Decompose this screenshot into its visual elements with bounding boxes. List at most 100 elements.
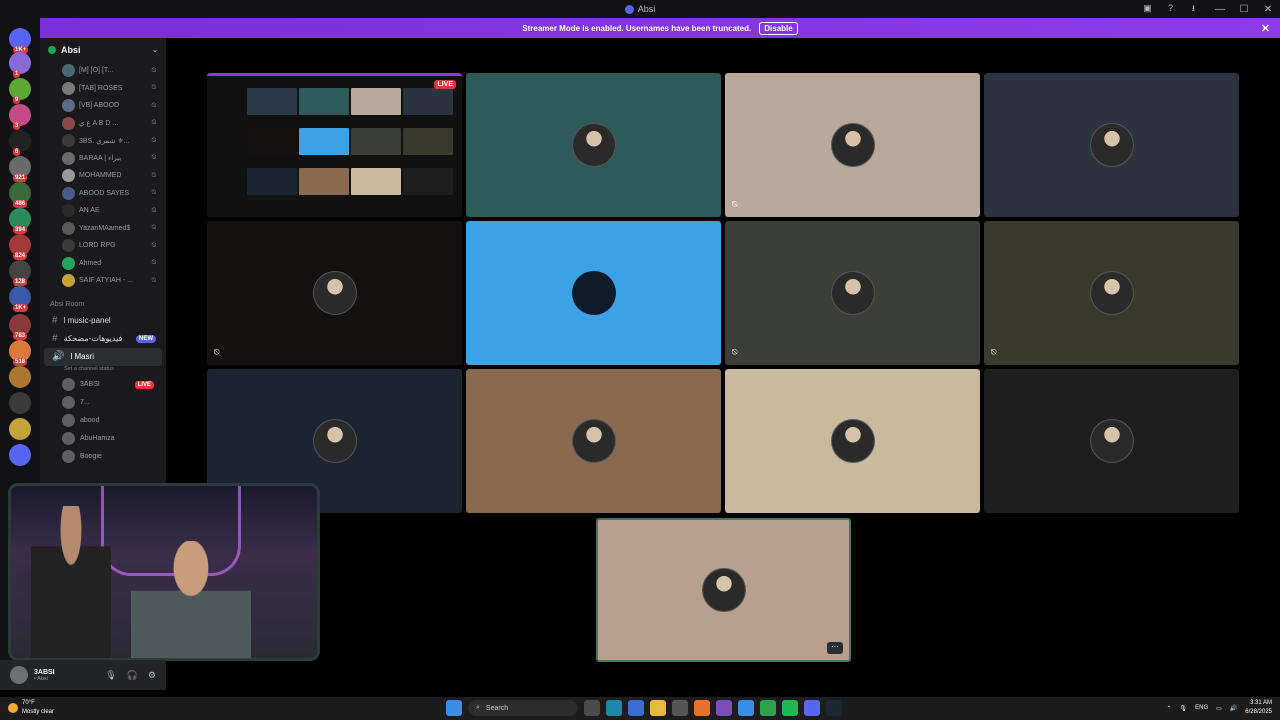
lang-indicator[interactable]: ENG (1195, 705, 1208, 711)
server-icon[interactable]: 9 (9, 78, 31, 104)
download-icon[interactable]: ⭳ (1187, 2, 1200, 15)
file-explorer-icon[interactable] (650, 700, 666, 716)
participant-tile[interactable]: ⍉ (984, 221, 1239, 365)
channel-item[interactable]: # l music-panel (40, 312, 166, 330)
member-item[interactable]: 3BS. شمري ⚜... ⍉ (40, 132, 166, 150)
network-icon[interactable]: ▭ (1216, 705, 1222, 712)
member-item[interactable]: ع ي A B D ... ⍉ (40, 115, 166, 133)
steam-icon[interactable] (826, 700, 842, 716)
server-icon[interactable]: 128 (9, 260, 31, 286)
notification-badge: 128 (13, 278, 28, 286)
task-view-icon[interactable] (584, 700, 600, 716)
member-item[interactable]: ABOOD SAYES ⍉ (40, 185, 166, 203)
close-icon[interactable]: ✕ (1261, 22, 1270, 35)
user-status: • Absi (34, 675, 48, 682)
channel-status[interactable]: Set a channel status (40, 366, 166, 376)
discord-icon[interactable] (804, 700, 820, 716)
participant-tile[interactable]: ··· (596, 518, 851, 662)
server-icon[interactable] (9, 392, 31, 414)
member-item[interactable]: Ahmed ⍉ (40, 255, 166, 273)
voice-member[interactable]: abood (40, 412, 166, 430)
taskbar-search[interactable]: ⌕ Search (468, 700, 578, 716)
server-icon[interactable]: 921 (9, 156, 31, 182)
app-icon[interactable] (716, 700, 732, 716)
edge-icon[interactable] (606, 700, 622, 716)
member-item[interactable]: MOHAMMED ⍉ (40, 167, 166, 185)
video-stage: LIVE ⍉ ⍉ ⍉ ⍉ ··· (166, 38, 1280, 690)
server-icon[interactable]: 3 (9, 104, 31, 130)
avatar (62, 204, 75, 218)
member-item[interactable]: [M] [O] [T... ⍉ (40, 62, 166, 80)
copilot-icon[interactable] (628, 700, 644, 716)
inbox-icon[interactable]: ▣ (1141, 2, 1154, 15)
member-item[interactable]: BARAA | بيراء ⍉ (40, 150, 166, 168)
user-name: 3ABSI (34, 668, 55, 676)
voice-member[interactable]: 3ABSI LIVE (40, 376, 166, 394)
voice-member[interactable]: Boogie (40, 448, 166, 466)
avatar[interactable] (10, 666, 28, 684)
server-header[interactable]: Absi ⌄ (40, 38, 166, 62)
webcam-overlay (8, 483, 320, 661)
store-icon[interactable] (672, 700, 688, 716)
participant-tile[interactable] (466, 73, 721, 217)
server-icon[interactable]: 518 (9, 340, 31, 366)
muted-icon: ⍉ (151, 259, 156, 267)
help-icon[interactable]: ? (1164, 2, 1177, 15)
participant-tile[interactable]: ⍉ (207, 221, 462, 365)
avatar (62, 99, 75, 113)
avatar (62, 414, 75, 427)
participant-tile[interactable] (984, 73, 1239, 217)
server-icon[interactable]: 1K+ (9, 286, 31, 312)
channel-item[interactable]: # فيديوهات-مضحكة NEW (40, 330, 166, 348)
avatar (701, 568, 746, 612)
server-icon[interactable] (9, 366, 31, 388)
server-icon[interactable]: 394 (9, 208, 31, 234)
member-item[interactable]: AN AE ⍉ (40, 202, 166, 220)
participant-tile[interactable]: ⍉ (725, 73, 980, 217)
app-icon[interactable] (738, 700, 754, 716)
participant-tile[interactable]: ⍉ (725, 221, 980, 365)
microphone-icon[interactable]: 🎙 (1180, 705, 1188, 712)
microphone-icon[interactable]: 🎙 (105, 670, 116, 681)
server-icon[interactable]: 824 (9, 234, 31, 260)
server-icon[interactable] (9, 418, 31, 440)
server-icon[interactable]: 486 (9, 182, 31, 208)
clock[interactable]: 3:31 AM 6/28/2025 (1245, 699, 1272, 717)
close-button[interactable]: ✕ (1256, 4, 1280, 15)
disable-streamer-mode-button[interactable]: Disable (759, 21, 798, 35)
voice-member[interactable]: 7... (40, 394, 166, 412)
muted-icon: ⍉ (151, 171, 156, 179)
server-icon[interactable] (9, 444, 31, 466)
member-item[interactable]: YazanMAamed$ ⍉ (40, 220, 166, 238)
stream-tile[interactable]: LIVE (207, 73, 462, 217)
server-icon[interactable]: 1 (9, 52, 31, 78)
server-icon[interactable]: 1K+ (9, 28, 31, 54)
member-item[interactable]: [TAB] ROSES ⍉ (40, 80, 166, 98)
server-icon[interactable]: 783 (9, 314, 31, 340)
gear-icon[interactable]: ⚙ (148, 670, 156, 681)
server-icon[interactable]: 6 (9, 130, 31, 156)
chevron-up-icon[interactable]: ⌃ (1166, 705, 1171, 712)
participant-tile[interactable] (725, 369, 980, 513)
voice-member[interactable]: AbuHamza (40, 430, 166, 448)
participant-tile[interactable] (466, 369, 721, 513)
weather-widget[interactable]: 70°F Mostly clear (8, 699, 54, 717)
maximize-button[interactable]: ☐ (1232, 4, 1256, 15)
chevron-down-icon[interactable]: ⌄ (152, 46, 158, 54)
chrome-icon[interactable] (760, 700, 776, 716)
app-icon[interactable] (694, 700, 710, 716)
app-icon[interactable] (782, 700, 798, 716)
headphones-icon[interactable]: 🎧 (127, 670, 138, 681)
start-icon[interactable] (446, 700, 462, 716)
voice-channel-masri[interactable]: 🔊 l Masri (44, 347, 162, 366)
member-item[interactable]: LORD RPG ⍉ (40, 237, 166, 255)
member-name: 3BS. شمري ⚜... (79, 137, 130, 145)
volume-icon[interactable]: 🔊 (1230, 705, 1237, 712)
member-item[interactable]: [VB] ABOOD ⍉ (40, 97, 166, 115)
minimize-button[interactable]: — (1208, 4, 1232, 15)
participant-tile[interactable] (984, 369, 1239, 513)
participant-tile[interactable] (466, 221, 721, 365)
category-header[interactable]: Absi Room (40, 298, 166, 312)
member-item[interactable]: SAIF ATYIAH - ... ⍉ (40, 272, 166, 290)
more-options-button[interactable]: ··· (827, 642, 843, 654)
